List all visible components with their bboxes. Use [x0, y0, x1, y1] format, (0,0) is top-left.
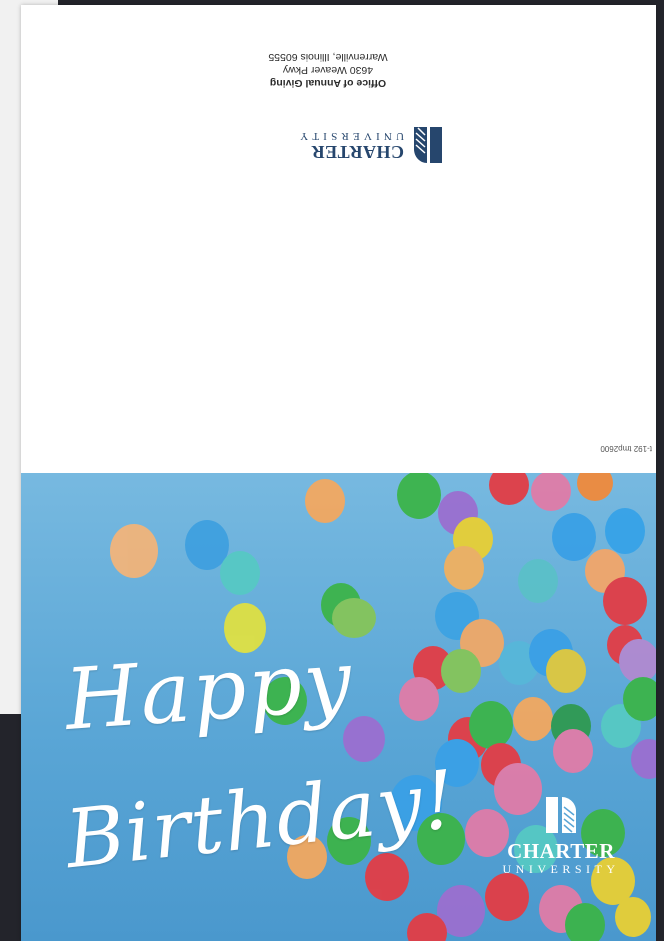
front-logo-word: CHARTER: [507, 839, 615, 863]
charter-shield-icon: [414, 127, 442, 163]
return-address: Office of Annual Giving 4630 Weaver Pkwy…: [248, 50, 408, 89]
greeting-happy: Happy: [61, 631, 357, 749]
back-logo-sub: UNIVERSITY: [296, 130, 404, 142]
address-office: Office of Annual Giving: [269, 77, 387, 89]
birthday-card: CHARTER UNIVERSITY Office of Annual Givi…: [21, 5, 656, 941]
address-street: 4630 Weaver Pkwy: [282, 64, 374, 76]
card-back-panel: CHARTER UNIVERSITY Office of Annual Givi…: [21, 5, 656, 473]
card-front-photo: Happy Birthday! CHARTER UNIVERSITY: [21, 473, 656, 941]
back-logo: CHARTER UNIVERSITY: [244, 125, 444, 165]
charter-shield-icon: [546, 797, 576, 833]
front-logo: CHARTER UNIVERSITY: [491, 795, 631, 876]
front-logo-sub: UNIVERSITY: [502, 862, 620, 876]
print-code: t-192 tmp2600: [600, 444, 652, 453]
address-city: Warrenville, Illinois 60555: [268, 51, 388, 63]
backdrop-dark-right: [656, 0, 664, 941]
back-logo-word: CHARTER: [311, 142, 404, 162]
